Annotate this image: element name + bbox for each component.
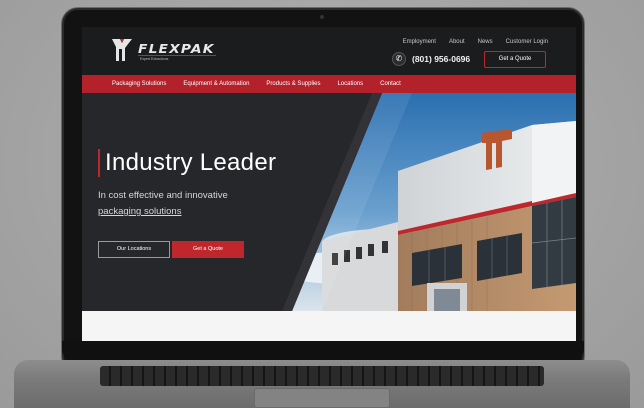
our-locations-button[interactable]: Our Locations	[98, 241, 170, 258]
nav-equipment-automation[interactable]: Equipment & Automation	[183, 75, 266, 93]
hero-packaging-link[interactable]: packaging solutions	[98, 206, 181, 217]
hero-section: Industry Leader In cost effective and in…	[82, 93, 576, 311]
laptop-screen: FLEXPAK Expert Extractions Employment Ab…	[82, 27, 576, 341]
top-link-about[interactable]: About	[449, 39, 465, 45]
nav-locations[interactable]: Locations	[337, 75, 380, 93]
utility-nav: Employment About News Customer Login	[403, 39, 548, 45]
logo-underline	[138, 55, 216, 56]
hero-quote-button[interactable]: Get a Quote	[172, 241, 244, 258]
laptop-keyboard	[100, 366, 544, 386]
nav-products-supplies[interactable]: Products & Supplies	[266, 75, 337, 93]
laptop-trackpad	[254, 388, 390, 408]
webcam	[320, 15, 324, 19]
nav-contact[interactable]: Contact	[380, 75, 418, 93]
phone-icon[interactable]: ✆	[392, 52, 406, 66]
site-logo[interactable]: FLEXPAK Expert Extractions	[110, 37, 220, 65]
flexpak-logo-icon	[112, 39, 132, 61]
hero-title: Industry Leader	[105, 149, 277, 176]
laptop-bezel-bottom	[62, 341, 584, 361]
nav-packaging-solutions[interactable]: Packaging Solutions	[112, 75, 183, 93]
content-section	[82, 311, 576, 341]
hero-title-accent	[98, 149, 100, 177]
site-header: FLEXPAK Expert Extractions Employment Ab…	[82, 27, 576, 75]
phone-number[interactable]: (801) 956-0696	[412, 54, 470, 64]
top-link-customer-login[interactable]: Customer Login	[506, 39, 548, 45]
top-link-news[interactable]: News	[478, 39, 493, 45]
header-quote-button[interactable]: Get a Quote	[484, 51, 546, 68]
hero-building-photo	[82, 93, 576, 311]
brand-tagline: Expert Extractions	[140, 57, 169, 61]
brand-name: FLEXPAK	[138, 42, 215, 56]
main-nav: Packaging Solutions Equipment & Automati…	[82, 75, 576, 93]
top-link-employment[interactable]: Employment	[403, 39, 436, 45]
hero-subtitle: In cost effective and innovative	[98, 190, 228, 201]
